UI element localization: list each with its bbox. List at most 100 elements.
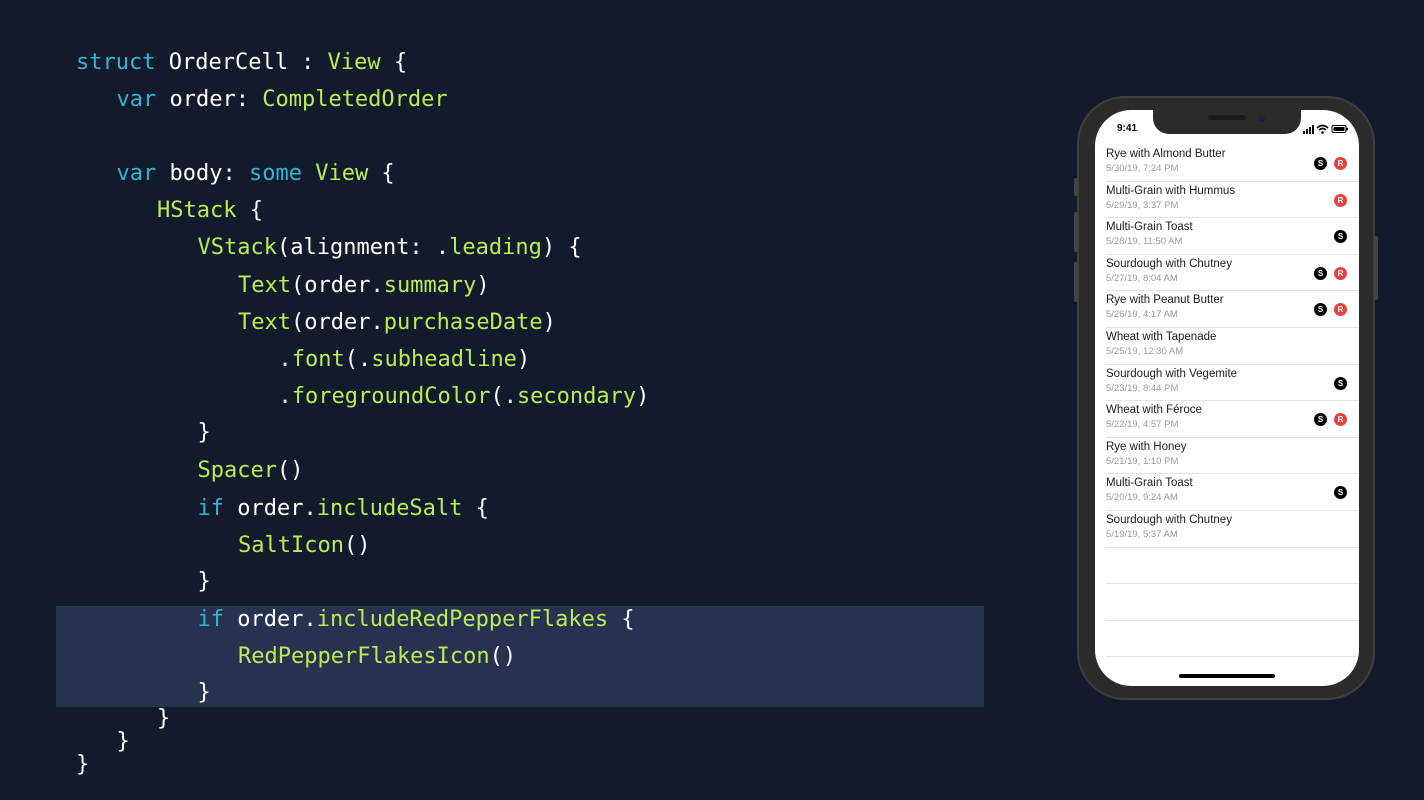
code-token: CompletedOrder (262, 87, 448, 112)
camera-icon (1259, 116, 1265, 122)
code-token: } (157, 706, 171, 731)
salt-icon: S (1314, 413, 1327, 427)
order-row[interactable]: Rye with Peanut Butter 5/26/19, 4:17 AM R S (1095, 291, 1359, 328)
code-token: order. (224, 607, 317, 632)
order-date: 5/19/19, 5:37 AM (1106, 528, 1178, 540)
mute-switch (1074, 178, 1078, 196)
code-line: Text(order.purchaseDate) (238, 308, 556, 338)
code-token: font (291, 347, 345, 372)
volume-up-button (1074, 212, 1078, 252)
code-line: Spacer() (198, 456, 304, 486)
code-token: foregroundColor (291, 384, 491, 409)
empty-row (1095, 621, 1359, 658)
code-token: () (343, 533, 371, 558)
code-line: } (198, 418, 211, 448)
code-line: } (157, 704, 170, 734)
order-summary: Wheat with Tapenade (1106, 330, 1217, 343)
code-panel: struct OrderCell : View { var order: Comp… (0, 0, 1000, 800)
salt-icon: S (1314, 266, 1327, 280)
code-token: (order. (290, 310, 384, 335)
code-token: var (116, 161, 157, 186)
code-line: if order.includeRedPepperFlakes { (198, 605, 635, 635)
code-line: var order: CompletedOrder (117, 85, 448, 115)
code-token: order. (224, 496, 317, 521)
order-date: 5/27/19, 8:04 AM (1106, 272, 1178, 284)
order-row[interactable]: Wheat with Tapenade 5/25/19, 12:30 AM (1095, 328, 1359, 365)
order-row[interactable]: Sourdough with Chutney 5/27/19, 8:04 AM R S (1095, 255, 1359, 292)
code-token: ) (636, 384, 650, 409)
code-token: (. (490, 384, 517, 409)
order-list: Rye with Almond Butter 5/30/19, 7:24 PM R S… (1095, 145, 1359, 657)
code-token: { (368, 161, 395, 186)
code-line: .font(.subheadline) (279, 345, 531, 375)
code-line: RedPepperFlakesIcon() (238, 642, 516, 672)
order-row[interactable]: Rye with Almond Butter 5/30/19, 7:24 PM R S (1095, 145, 1359, 182)
salt-icon: S (1314, 303, 1327, 317)
code-line: Text(order.summary) (238, 271, 490, 301)
order-summary: Multi-Grain Toast (1106, 221, 1193, 234)
code-token: body: (156, 161, 249, 186)
code-line: } (76, 750, 89, 780)
order-date: 5/22/19, 4:57 PM (1106, 419, 1179, 431)
order-row[interactable]: Sourdough with Chutney 5/19/19, 5:37 AM (1095, 511, 1359, 548)
volume-down-button (1074, 262, 1078, 302)
phone-screen: 9:41 Rye with Almond Butter 5/30/19, 7:24… (1095, 110, 1359, 686)
order-summary: Rye with Almond Butter (1106, 148, 1226, 160)
order-date: 5/26/19, 4:17 AM (1106, 309, 1178, 321)
code-token: { (380, 50, 408, 75)
code-token: ) { (541, 235, 582, 260)
code-token: . (278, 384, 292, 409)
code-token: } (76, 752, 90, 777)
order-summary: Sourdough with Chutney (1106, 257, 1232, 270)
code-token: order: (156, 87, 263, 112)
code-token: Spacer (197, 458, 277, 483)
order-summary: Multi-Grain with Hummus (1106, 184, 1236, 197)
side-button (1374, 236, 1378, 300)
empty-row (1095, 584, 1359, 621)
code-token: VStack (197, 235, 277, 260)
code-token: Text (238, 310, 291, 335)
order-date: 5/25/19, 12:30 AM (1106, 345, 1184, 357)
order-row[interactable]: Multi-Grain Toast 5/28/19, 11:50 AM S (1095, 218, 1359, 255)
code-token: Text (238, 273, 291, 298)
order-summary: Rye with Peanut Butter (1106, 294, 1224, 307)
signal-icon (1303, 125, 1314, 134)
status-time: 9:41 (1117, 123, 1138, 134)
code-line: HStack { (157, 196, 263, 226)
code-token: ) (516, 347, 531, 372)
code-line: struct OrderCell : View { (76, 48, 407, 78)
code-token: HStack (157, 198, 237, 223)
red-pepper-flakes-icon: R (1334, 266, 1347, 280)
code-token: if (197, 496, 225, 521)
code-token: ) (476, 273, 490, 298)
notch (1153, 110, 1301, 134)
code-token: subheadline (371, 347, 517, 372)
order-date: 5/30/19, 7:24 PM (1106, 163, 1179, 174)
code-token: var (116, 87, 157, 112)
order-row[interactable]: Multi-Grain with Hummus 5/29/19, 3:37 PM R (1095, 182, 1359, 219)
order-summary: Sourdough with Vegemite (1106, 367, 1238, 380)
order-summary: Multi-Grain Toast (1106, 477, 1193, 490)
code-token: { (608, 607, 635, 632)
code-token: (. (344, 347, 372, 372)
wifi-icon (1316, 124, 1329, 134)
order-summary: Sourdough with Chutney (1106, 513, 1232, 526)
code-line: } (117, 727, 130, 757)
order-row[interactable]: Sourdough with Vegemite 5/23/19, 8:44 PM S (1095, 365, 1359, 402)
code-token: } (116, 729, 130, 754)
order-summary: Rye with Honey (1106, 440, 1187, 453)
order-date: 5/21/19, 1:10 PM (1106, 455, 1179, 467)
order-row[interactable]: Rye with Honey 5/21/19, 1:10 PM (1095, 438, 1359, 475)
code-token: summary (383, 273, 477, 298)
code-token: RedPepperFlakesIcon (238, 644, 490, 669)
code-token: () (276, 458, 304, 483)
salt-icon: S (1334, 486, 1347, 500)
code-token: some (248, 161, 302, 186)
home-indicator[interactable] (1179, 674, 1275, 678)
code-line: } (198, 567, 211, 597)
order-row[interactable]: Wheat with Féroce 5/22/19, 4:57 PM R S (1095, 401, 1359, 438)
order-row[interactable]: Multi-Grain Toast 5/20/19, 9:24 AM S (1095, 474, 1359, 511)
code-token: } (197, 420, 211, 445)
code-token: if (197, 607, 225, 632)
